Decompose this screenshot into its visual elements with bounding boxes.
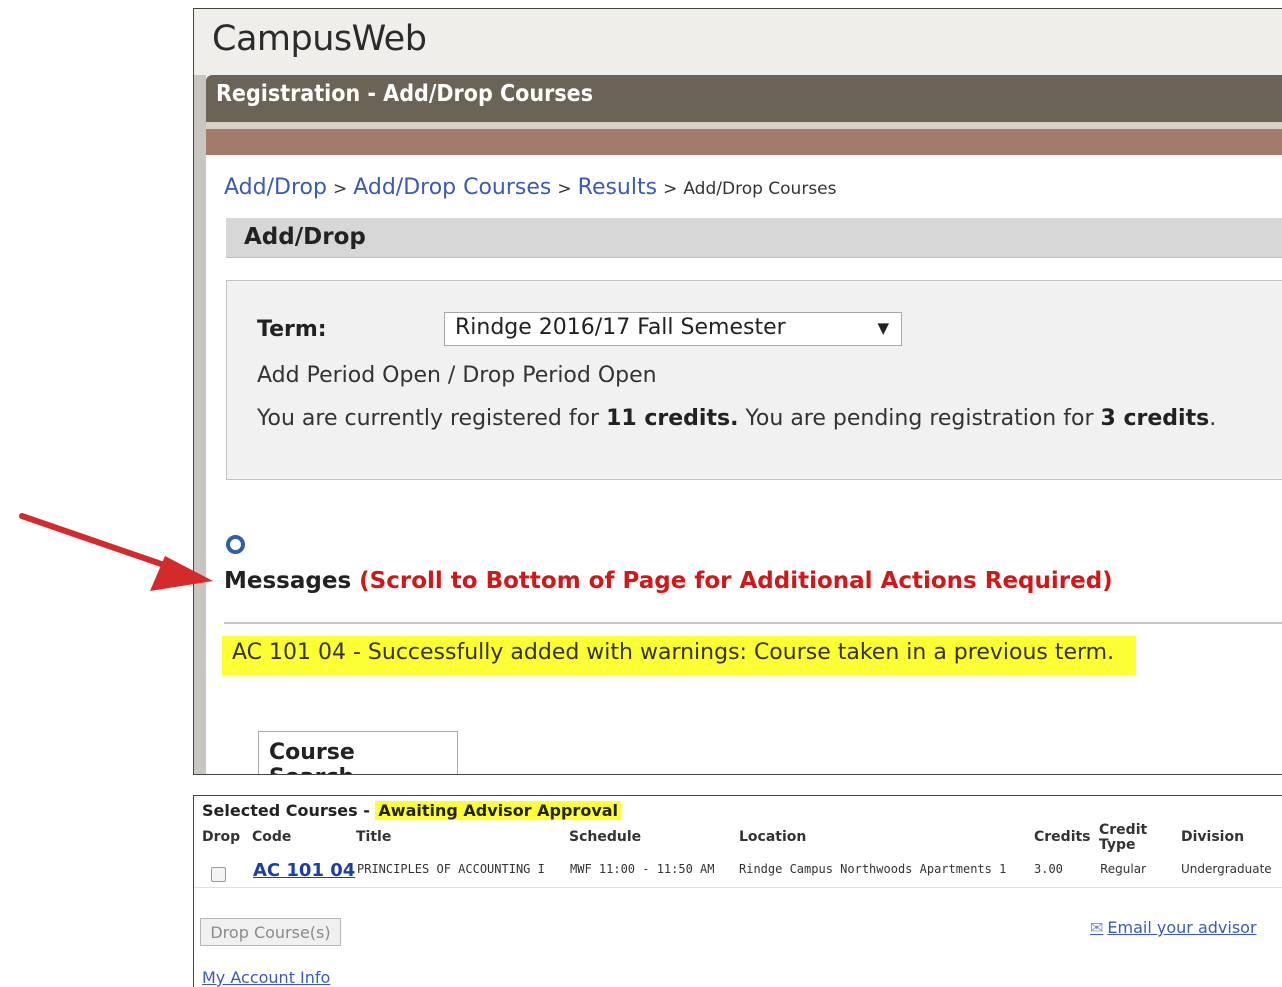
page-title-bar: Registration - Add/Drop Courses <box>206 75 1282 129</box>
breadcrumb-link-results[interactable]: Results <box>578 175 657 200</box>
column-header-credits: Credits <box>1034 829 1091 845</box>
course-location: Rindge Campus Northwoods Apartments 1 <box>739 862 1007 876</box>
course-title: PRINCIPLES OF ACCOUNTING I <box>357 862 545 876</box>
term-panel: Term: Rindge 2016/17 Fall Semester ▼ Add… <box>226 280 1282 480</box>
messages-divider <box>224 622 1282 624</box>
column-header-credit-type-line2: Type <box>1099 837 1136 853</box>
circle-o-icon <box>226 535 245 554</box>
breadcrumb-link-add-drop-courses[interactable]: Add/Drop Courses <box>353 175 551 200</box>
selected-courses-heading: Selected Courses - Awaiting Advisor Appr… <box>202 801 622 820</box>
course-schedule: MWF 11:00 - 11:50 AM <box>570 862 715 876</box>
period-status: Add Period Open / Drop Period Open <box>257 363 657 388</box>
course-credit-type: Regular <box>1100 862 1147 876</box>
main-content: Registration - Add/Drop Courses Add/Drop… <box>206 75 1282 774</box>
column-header-schedule: Schedule <box>569 829 642 845</box>
messages-title: Messages <box>224 568 352 594</box>
messages-note: (Scroll to Bottom of Page for Additional… <box>359 568 1113 594</box>
column-header-location: Location <box>739 829 807 845</box>
column-header-drop: Drop <box>202 829 241 845</box>
term-label: Term: <box>257 317 327 342</box>
accent-bar <box>206 129 1282 155</box>
envelope-icon: ✉ <box>1090 918 1104 937</box>
breadcrumb: Add/Drop > Add/Drop Courses > Results > Add/Dr… <box>224 175 837 200</box>
column-header-code: Code <box>252 829 292 845</box>
email-advisor-link[interactable]: ✉ Email your advisor <box>1090 918 1257 937</box>
column-header-title: Title <box>356 829 392 845</box>
table-row: AC 101 04 PRINCIPLES OF ACCOUNTING I MWF… <box>194 854 1282 888</box>
column-header-credit-type-line1: Credit <box>1099 822 1148 838</box>
brand-logo: CampusWeb <box>212 19 427 59</box>
arrow-shaft <box>19 513 173 570</box>
messages-heading: Messages (Scroll to Bottom of Page for A… <box>224 568 1113 594</box>
selected-courses-title: Selected Courses - <box>202 801 376 820</box>
credits-summary: You are currently registered for 11 cred… <box>257 406 1216 431</box>
section-title: Add/Drop <box>244 224 366 250</box>
email-advisor-label: Email your advisor <box>1107 918 1257 937</box>
message-item: AC 101 04 - Successfully added with warn… <box>222 636 1136 675</box>
breadcrumb-separator: > <box>557 179 572 199</box>
status-badge: Awaiting Advisor Approval <box>375 801 622 820</box>
selected-courses-panel: Selected Courses - Awaiting Advisor Appr… <box>193 795 1282 987</box>
term-select[interactable]: Rindge 2016/17 Fall Semester ▼ <box>444 312 902 346</box>
campusweb-window: CampusWeb Registration - Add/Drop Course… <box>193 8 1282 775</box>
drop-checkbox[interactable] <box>211 867 226 882</box>
term-select-value: Rindge 2016/17 Fall Semester <box>455 315 786 340</box>
credits-prefix: You are currently registered for <box>257 406 607 431</box>
course-division: Undergraduate <box>1181 862 1272 876</box>
credits-suffix: . <box>1209 406 1217 431</box>
frame-left <box>194 75 206 774</box>
tab-course-search[interactable]: Course Search <box>258 731 458 774</box>
course-code-link[interactable]: AC 101 04 <box>253 860 355 881</box>
breadcrumb-current: Add/Drop Courses <box>683 179 837 199</box>
caret-down-icon: ▼ <box>877 319 889 337</box>
column-header-credit-type: Credit Type <box>1099 823 1147 853</box>
breadcrumb-separator: > <box>663 179 678 199</box>
credits-middle: You are pending registration for <box>738 406 1101 431</box>
breadcrumb-separator: > <box>332 179 348 199</box>
course-credits: 3.00 <box>1034 862 1063 876</box>
registered-credits: 11 credits. <box>606 406 739 431</box>
my-account-info-link[interactable]: My Account Info <box>202 968 330 987</box>
section-header: Add/Drop <box>226 218 1282 258</box>
column-header-division: Division <box>1181 829 1245 845</box>
pending-credits: 3 credits <box>1100 406 1210 431</box>
breadcrumb-link-add-drop[interactable]: Add/Drop <box>224 175 327 200</box>
drop-courses-button[interactable]: Drop Course(s) <box>200 918 341 946</box>
page-title: Registration - Add/Drop Courses <box>216 81 594 107</box>
